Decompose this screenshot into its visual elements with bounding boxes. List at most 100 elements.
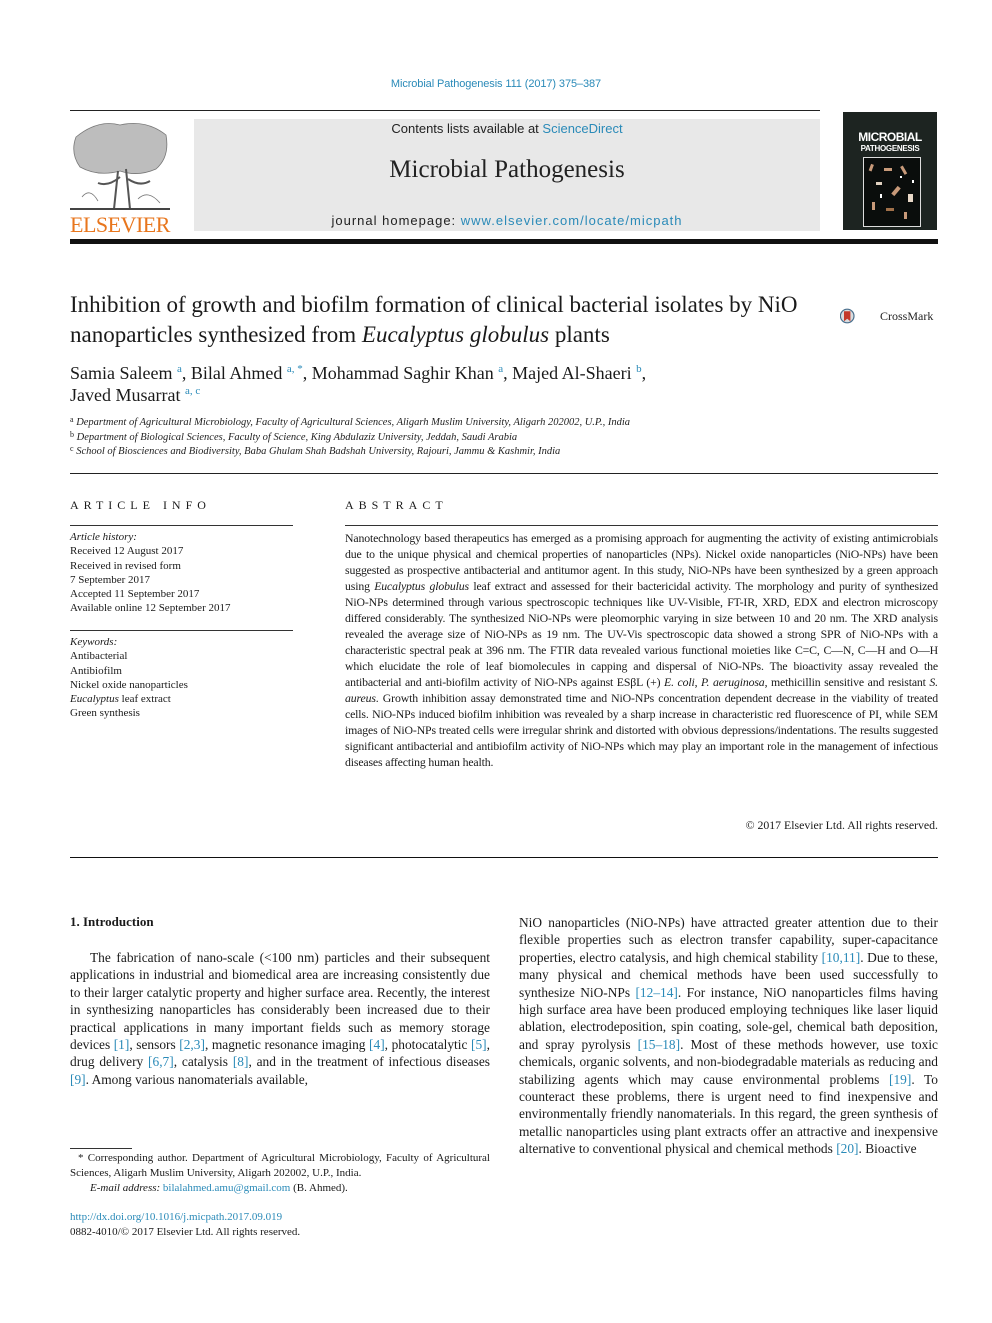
title-species: Eucalyptus globulus: [361, 322, 550, 347]
affiliation-item: a Department of Agricultural Microbiolog…: [70, 416, 930, 431]
email-label: E-mail address:: [90, 1182, 163, 1194]
article-info-heading: ARTICLE INFO: [70, 498, 211, 512]
text-run: . Growth inhibition assay demonstrated t…: [345, 691, 938, 769]
homepage-line: journal homepage: www.elsevier.com/locat…: [194, 213, 820, 228]
author[interactable]: Javed Musarrat: [70, 385, 180, 405]
footnote-rule: [70, 1148, 132, 1149]
contents-prefix: Contents lists available at: [391, 121, 543, 136]
reference-link[interactable]: [20]: [836, 1141, 858, 1156]
affiliations: a Department of Agricultural Microbiolog…: [70, 416, 930, 460]
header-top-rule: [70, 110, 820, 111]
reference-link[interactable]: [6,7]: [148, 1054, 174, 1069]
email-suffix: (B. Ahmed).: [290, 1182, 348, 1194]
journal-name: Microbial Pathogenesis: [389, 156, 625, 183]
history-item: 7 September 2017: [70, 573, 151, 586]
footnote: * Corresponding author. Department of Ag…: [70, 1151, 490, 1196]
reference-link[interactable]: [9]: [70, 1072, 86, 1087]
affiliation-mark: a: [70, 415, 74, 424]
text-run: . Bioactive: [858, 1141, 917, 1157]
abstract-copyright: © 2017 Elsevier Ltd. All rights reserved…: [745, 818, 938, 832]
keyword-item: Green synthesis: [70, 707, 140, 720]
paragraph: NiO nanoparticles (NiO-NPs) have attract…: [519, 914, 938, 1158]
abstract-heading: ABSTRACT: [345, 498, 448, 512]
contents-line: Contents lists available at ScienceDirec…: [194, 121, 820, 136]
reference-link[interactable]: [12–14]: [635, 985, 677, 1000]
keyword-item: Antibacterial: [70, 650, 128, 663]
keywords-rule: [70, 630, 293, 631]
reference-link[interactable]: [15–18]: [638, 1037, 680, 1052]
text-run: , magnetic resonance imaging: [204, 1037, 370, 1053]
reference-link[interactable]: [8]: [233, 1054, 249, 1069]
homepage-link[interactable]: www.elsevier.com/locate/micpath: [461, 213, 683, 228]
tree-icon: [70, 122, 170, 210]
body-column-left: The fabrication of nano-scale (<100 nm) …: [70, 949, 490, 1088]
author[interactable]: Majed Al-Shaeri: [512, 363, 631, 383]
cover-title-line2: PATHOGENESIS: [860, 144, 920, 153]
paragraph: The fabrication of nano-scale (<100 nm) …: [70, 949, 490, 1088]
text-run: leaf extract and assessed for their bact…: [345, 579, 939, 689]
history-item: Available online 12 September 2017: [70, 602, 231, 615]
sciencedirect-link[interactable]: ScienceDirect: [542, 121, 622, 136]
doi-link[interactable]: http://dx.doi.org/10.1016/j.micpath.2017…: [70, 1211, 282, 1223]
text-run: , catalysis: [173, 1054, 233, 1070]
text-run: . Among various nanomaterials available,: [85, 1071, 308, 1087]
affiliation-text: School of Biosciences and Biodiversity, …: [76, 446, 561, 457]
body-column-right: NiO nanoparticles (NiO-NPs) have attract…: [519, 914, 938, 1158]
reference-link[interactable]: [1]: [114, 1037, 130, 1052]
affiliations-rule: [70, 473, 938, 474]
history-item: Received in revised form: [70, 559, 181, 572]
author-list: Samia Saleem a, Bilal Ahmed a, *, Mohamm…: [70, 362, 830, 406]
crossmark-icon: [840, 308, 855, 324]
issn-copyright: 0882-4010/© 2017 Elsevier Ltd. All right…: [70, 1226, 301, 1238]
keywords: Keywords: Antibacterial Antibiofilm Nick…: [70, 635, 300, 721]
author-affiliation-mark[interactable]: a, c: [185, 385, 200, 397]
abstract-text: Nanotechnology based therapeutics has em…: [345, 530, 938, 770]
affiliation-item: c School of Biosciences and Biodiversity…: [70, 445, 930, 460]
history-label: Article history:: [70, 531, 137, 543]
author-affiliation-mark[interactable]: a, *: [287, 363, 303, 375]
cover-title-line1: MICROBIAL: [858, 130, 922, 144]
crossmark-label[interactable]: CrossMark: [880, 309, 933, 324]
affiliation-mark: c: [70, 444, 74, 453]
title-part2: plants: [549, 322, 610, 347]
section-heading-introduction: 1. Introduction: [70, 914, 154, 929]
history-item: Received 12 August 2017: [70, 545, 184, 558]
text-run: , and in the treatment of infectious dis…: [248, 1054, 490, 1070]
author[interactable]: Bilal Ahmed: [191, 363, 283, 383]
author[interactable]: Mohammad Saghir Khan: [312, 363, 494, 383]
header-thick-rule: [70, 239, 938, 244]
front-matter-rule: [70, 857, 938, 858]
reference-link[interactable]: [10,11]: [822, 950, 861, 965]
keyword-item: Antibiofilm: [70, 664, 122, 677]
history-item: Accepted 11 September 2017: [70, 588, 200, 601]
author-separator: ,: [302, 363, 312, 383]
reference-link[interactable]: [2,3]: [179, 1037, 205, 1052]
text-run: , photo­catalytic: [384, 1037, 472, 1053]
text-run: , sensors: [129, 1037, 180, 1053]
corresponding-author-note: * Corresponding author. Department of Ag…: [70, 1152, 490, 1179]
journal-cover-thumbnail[interactable]: MICROBIAL PATHOGENESIS: [843, 112, 937, 230]
text-run: , methicillin sensitive and resistant: [764, 675, 930, 689]
journal-reference-link[interactable]: Microbial Pathogenesis 111 (2017) 375–38…: [0, 78, 992, 90]
reference-link[interactable]: [5]: [471, 1037, 487, 1052]
keyword-item: Eucalyptus leaf extract: [70, 692, 300, 706]
reference-link[interactable]: [19]: [889, 1072, 911, 1087]
keyword-rest: leaf extract: [118, 693, 171, 706]
elsevier-wordmark: ELSEVIER: [70, 212, 170, 237]
affiliation-text: Department of Agricultural Microbiology,…: [76, 417, 631, 428]
author-separator: ,: [503, 363, 513, 383]
article-history: Article history: Received 12 August 2017…: [70, 530, 300, 616]
author-separator: ,: [181, 363, 191, 383]
author[interactable]: Samia Saleem: [70, 363, 172, 383]
affiliation-mark: b: [70, 429, 74, 439]
cover-micrograph-image: [863, 157, 921, 227]
crossmark-badge[interactable]: [840, 296, 880, 336]
italic-term: P. aeruginosa: [701, 675, 765, 689]
keyword-genus: Eucalyptus: [70, 693, 119, 706]
italic-term: E. coli: [664, 675, 695, 689]
article-title: Inhibition of growth and biofilm formati…: [70, 290, 830, 350]
keywords-label: Keywords:: [70, 636, 118, 648]
reference-link[interactable]: [4]: [369, 1037, 385, 1052]
affiliation-item: b Department of Biological Sciences, Fac…: [70, 429, 930, 446]
email-link[interactable]: bilalahmed.amu@gmail.com: [163, 1182, 290, 1194]
